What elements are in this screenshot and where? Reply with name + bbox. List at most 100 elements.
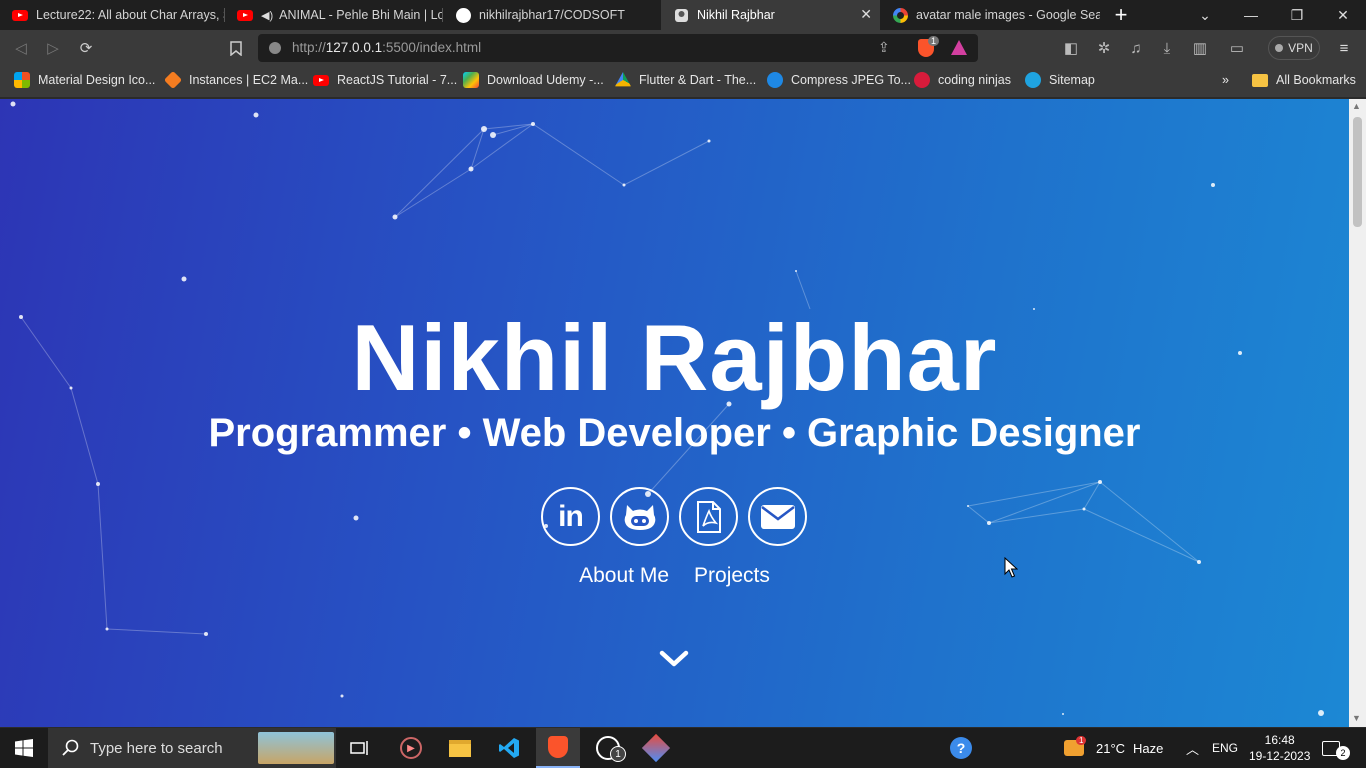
language-indicator[interactable]: ENG [1212, 728, 1238, 768]
notification-count: 2 [1336, 746, 1350, 760]
close-window-button[interactable]: ✕ [1320, 0, 1366, 30]
linkedin-icon: in [558, 499, 584, 533]
hero-tagline: Programmer • Web Developer • Graphic Des… [208, 411, 1141, 455]
bookmark-label: Download Udemy -... [487, 73, 604, 87]
taskbar-file-explorer[interactable] [441, 728, 479, 768]
back-button[interactable]: ◁ [10, 37, 32, 59]
share-icon[interactable]: ⇪ [878, 39, 890, 56]
temperature-text: 21°C [1096, 740, 1126, 756]
tab-github-codsoft[interactable]: nikhilrajbhar17/CODSOFT [443, 0, 661, 30]
bookmark-ec2-instances[interactable]: Instances | EC2 Ma... [163, 66, 309, 94]
about-me-link[interactable]: About Me [579, 564, 669, 588]
scroll-down-chevron-icon[interactable] [659, 649, 689, 669]
vpn-button[interactable]: VPN [1268, 36, 1320, 60]
weather-text: Haze [1133, 740, 1164, 756]
help-button[interactable]: ? [944, 728, 978, 768]
folder-icon [449, 739, 471, 757]
bookmark-label: Instances | EC2 Ma... [189, 73, 309, 87]
hero-name: Nikhil Rajbhar [351, 305, 998, 410]
bookmark-label: Material Design Ico... [38, 73, 156, 87]
more-bookmarks-button[interactable]: » [1222, 66, 1229, 94]
email-button[interactable] [748, 487, 807, 546]
youtube-icon [237, 7, 253, 23]
taskbar-vscode[interactable] [489, 728, 529, 768]
bookmark-material-design[interactable]: Material Design Ico... [14, 66, 155, 94]
tab-search-chevron-icon[interactable]: ⌄ [1182, 0, 1228, 30]
url-text: http://127.0.0.1:5500/index.html [292, 40, 482, 55]
minimize-button[interactable]: — [1228, 0, 1274, 30]
sidebar-icon[interactable]: ▥ [1189, 37, 1211, 59]
taskbar-search-box[interactable]: Type here to search [48, 728, 336, 768]
github-icon [624, 504, 655, 530]
extensions-icon[interactable]: ✲ [1093, 37, 1115, 59]
downloads-icon[interactable]: ⤓ [1156, 37, 1178, 59]
hero-links: About Me Projects [0, 564, 1349, 588]
globe-icon [1025, 72, 1041, 88]
portfolio-icon [673, 7, 689, 23]
bookmark-flutter-dart[interactable]: Flutter & Dart - The... [615, 66, 756, 94]
site-info-icon[interactable] [269, 42, 281, 54]
github-icon [455, 7, 471, 23]
bookmarks-bar: Material Design Ico... Instances | EC2 M… [0, 66, 1366, 98]
windows-taskbar: Type here to search ▶ 1 ? 1 21°C Haze ︿ … [0, 728, 1366, 768]
brave-rewards-icon[interactable] [951, 40, 967, 55]
bookmark-compress-jpeg[interactable]: Compress JPEG To... [767, 66, 911, 94]
task-view-button[interactable] [342, 728, 378, 768]
notifications-button[interactable]: 2 [1322, 728, 1350, 768]
show-hidden-icons-button[interactable]: ︿ [1186, 728, 1199, 768]
bookmark-page-icon[interactable] [225, 37, 247, 59]
bookmark-coding-ninjas[interactable]: coding ninjas [914, 66, 1011, 94]
weather-badge: 1 [1076, 736, 1087, 745]
wallet-icon[interactable]: ▭ [1226, 37, 1248, 59]
windows-logo-icon [15, 739, 33, 757]
github-button[interactable] [610, 487, 669, 546]
brave-icon [548, 736, 568, 758]
scroll-down-arrow-icon[interactable]: ▼ [1352, 713, 1361, 723]
tab-google-search[interactable]: avatar male images - Google Sear [880, 0, 1100, 30]
menu-icon[interactable]: ≡ [1333, 37, 1355, 59]
coding-ninjas-icon [914, 72, 930, 88]
reader-mode-icon[interactable]: ◧ [1060, 37, 1082, 59]
all-bookmarks-folder[interactable]: All Bookmarks [1252, 66, 1356, 94]
youtube-icon [12, 7, 28, 23]
new-tab-button[interactable]: + [1108, 2, 1134, 28]
tab-nikhil-rajbhar[interactable]: Nikhil Rajbhar ✕ [661, 0, 880, 30]
taskbar-git-app[interactable] [636, 728, 676, 768]
taskbar-brave[interactable] [536, 728, 580, 768]
bookmark-reactjs-tutorial[interactable]: ReactJS Tutorial - 7... [313, 66, 457, 94]
audio-playing-icon[interactable]: ◀) [261, 9, 273, 22]
play-store-icon [463, 72, 479, 88]
search-icon [62, 739, 79, 756]
bookmark-label: coding ninjas [938, 73, 1011, 87]
bookmark-label: Sitemap [1049, 73, 1095, 87]
navigation-bar: ◁ ▷ ⟳ http://127.0.0.1:5500/index.html ⇪… [0, 30, 1366, 66]
linkedin-button[interactable]: in [541, 487, 600, 546]
social-links: in [541, 487, 807, 546]
projects-link[interactable]: Projects [694, 564, 770, 588]
bookmark-sitemap[interactable]: Sitemap [1025, 66, 1095, 94]
scroll-up-arrow-icon[interactable]: ▲ [1352, 101, 1361, 111]
close-tab-icon[interactable]: ✕ [860, 6, 872, 23]
pdf-resume-icon [696, 500, 721, 533]
address-bar[interactable]: http://127.0.0.1:5500/index.html ⇪ 1 [258, 34, 978, 62]
resume-pdf-button[interactable] [679, 487, 738, 546]
taskbar-whatsapp[interactable]: 1 [588, 728, 628, 768]
forward-button[interactable]: ▷ [42, 37, 64, 59]
scrollbar-thumb[interactable] [1353, 117, 1362, 227]
start-button[interactable] [0, 728, 48, 768]
taskbar-media-player[interactable]: ▶ [392, 728, 430, 768]
google-drive-icon [615, 72, 631, 87]
restore-button[interactable]: ❐ [1274, 0, 1320, 30]
bookmark-label: ReactJS Tutorial - 7... [337, 73, 458, 87]
tab-animal[interactable]: ◀) ANIMAL - Pehle Bhi Main | Loo [225, 0, 443, 30]
weather-widget[interactable]: 1 21°C Haze [1064, 728, 1163, 768]
reload-button[interactable]: ⟳ [75, 37, 97, 59]
clock[interactable]: 16:48 19-12-2023 [1249, 728, 1310, 768]
tab-lecture22[interactable]: Lecture22: All about Char Arrays, S [0, 0, 225, 30]
page-scrollbar[interactable]: ▲ ▼ [1349, 99, 1366, 727]
tab-title: Nikhil Rajbhar [697, 8, 775, 22]
media-controls-icon[interactable]: ♫ [1125, 37, 1147, 59]
bookmark-download-udemy[interactable]: Download Udemy -... [463, 66, 604, 94]
clock-time: 16:48 [1264, 733, 1295, 747]
clock-date: 19-12-2023 [1249, 749, 1311, 763]
